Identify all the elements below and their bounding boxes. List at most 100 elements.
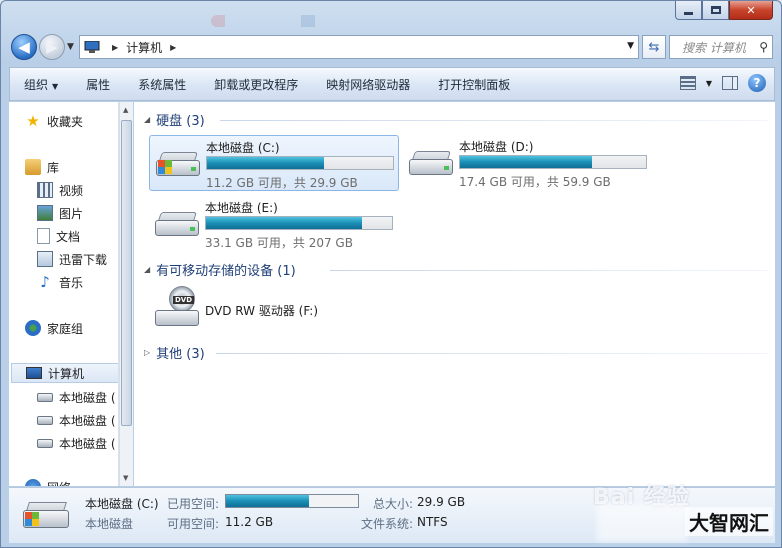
recent-pages-dropdown[interactable]: ▼: [67, 42, 74, 52]
content-pane: ◢ 硬盘 (3) 本地磁盘 (C:) 11.2 GB 可用，共 29.9 GB …: [134, 102, 775, 486]
map-network-drive-button[interactable]: 映射网络驱动器: [312, 76, 424, 93]
local-disk-icon: [409, 149, 455, 179]
search-placeholder: 搜索 计算机: [682, 40, 746, 55]
library-icon: [25, 159, 41, 175]
organize-menu[interactable]: 组织 ▼: [10, 76, 72, 93]
back-button[interactable]: ◀: [11, 34, 37, 60]
sidebar-item-music[interactable]: ♪ 音乐: [37, 272, 83, 292]
collapse-triangle-icon[interactable]: ◢: [144, 265, 150, 274]
sidebar-item-label: 网络: [47, 479, 71, 487]
sidebar-item-label: 计算机: [48, 366, 85, 381]
view-controls: ▼ ?: [679, 74, 766, 92]
dvd-drive-tile[interactable]: DVD DVD RW 驱动器 (F:): [149, 286, 399, 342]
search-input[interactable]: 搜索 计算机 ⚲: [669, 35, 773, 59]
sidebar-item-label: 本地磁盘 (: [59, 413, 116, 428]
system-properties-button[interactable]: 系统属性: [124, 76, 200, 93]
group-title: 其他 (3): [156, 347, 205, 362]
minimize-button[interactable]: [675, 1, 702, 20]
local-disk-icon: [37, 415, 53, 425]
drive-c-tile[interactable]: 本地磁盘 (C:) 11.2 GB 可用，共 29.9 GB: [149, 135, 399, 191]
download-folder-icon: [37, 251, 53, 267]
refresh-icon: ⇆: [648, 39, 660, 55]
sidebar-item-disk-c[interactable]: 本地磁盘 (: [37, 387, 116, 407]
change-view-icon[interactable]: [679, 76, 696, 90]
caption-buttons: ✕: [675, 1, 773, 20]
sidebar-item-videos[interactable]: 视频: [37, 180, 83, 200]
properties-button[interactable]: 属性: [72, 76, 124, 93]
sidebar-item-label: 本地磁盘 (: [59, 390, 116, 405]
open-control-panel-button[interactable]: 打开控制面板: [424, 76, 524, 93]
search-icon[interactable]: ⚲: [759, 40, 768, 54]
scroll-up-icon[interactable]: ▲: [123, 106, 128, 114]
sidebar-item-computer[interactable]: 计算机: [11, 363, 118, 383]
forward-arrow-icon: ▶: [46, 38, 58, 56]
navigation-pane: ★ 收藏夹 库 视频 图片 文档 迅雷下载 ♪ 音乐 家庭组 计算机 本地磁盘 ( …: [9, 102, 119, 486]
sidebar-item-pictures[interactable]: 图片: [37, 203, 83, 223]
uninstall-program-button[interactable]: 卸载或更改程序: [200, 76, 312, 93]
explorer-window: ✕ ◀ ▶ ▼ ▶ 计算机 ▶ ▼ ⇆ 搜索 计算机 ⚲ 组织 ▼ 属性 系统属性…: [0, 0, 782, 548]
sidebar-item-disk-e[interactable]: 本地磁盘 (: [37, 433, 116, 453]
drive-d-tile[interactable]: 本地磁盘 (D:) 17.4 GB 可用，共 59.9 GB: [403, 135, 653, 191]
sidebar-item-favorites[interactable]: ★ 收藏夹: [25, 111, 83, 131]
details-total-label: 总大小:: [373, 497, 414, 511]
view-options-chevron-icon[interactable]: ▼: [706, 79, 712, 88]
sidebar-item-label: 收藏夹: [47, 114, 84, 129]
star-icon: ★: [26, 112, 40, 130]
local-disk-icon: [156, 150, 202, 180]
drive-name: 本地磁盘 (E:): [205, 201, 278, 215]
homegroup-icon: [25, 320, 41, 336]
preview-pane-icon[interactable]: [722, 76, 738, 90]
back-arrow-icon: ◀: [18, 38, 30, 56]
sidebar-item-libraries[interactable]: 库: [25, 157, 59, 177]
local-disk-icon: [155, 210, 201, 240]
sidebar-item-homegroup[interactable]: 家庭组: [25, 318, 83, 338]
forward-button[interactable]: ▶: [39, 34, 65, 60]
chevron-down-icon: ▼: [52, 81, 59, 91]
group-divider: [330, 270, 768, 271]
title-bar: ✕: [1, 1, 781, 29]
help-icon[interactable]: ?: [748, 74, 766, 92]
local-disk-icon: [23, 496, 73, 530]
scroll-down-icon[interactable]: ▼: [123, 474, 128, 482]
group-header-removable[interactable]: ◢ 有可移动存储的设备 (1): [144, 260, 296, 279]
picture-icon: [37, 205, 53, 221]
close-icon: ✕: [746, 3, 756, 17]
drive-space-info: 17.4 GB 可用，共 59.9 GB: [459, 175, 611, 189]
sidebar-item-disk-d[interactable]: 本地磁盘 (: [37, 410, 116, 430]
site-watermark: 大智网汇: [685, 507, 773, 536]
sidebar-item-label: 文档: [56, 229, 81, 244]
drive-e-tile[interactable]: 本地磁盘 (E:) 33.1 GB 可用，共 207 GB: [149, 196, 399, 252]
collapse-triangle-icon[interactable]: ◢: [144, 115, 150, 124]
refresh-button[interactable]: ⇆: [642, 35, 666, 59]
address-bar[interactable]: ▶ 计算机 ▶ ▼: [79, 35, 639, 59]
blur-overlay: [597, 503, 687, 541]
close-button[interactable]: ✕: [729, 1, 773, 20]
details-filesystem-value: NTFS: [417, 515, 448, 529]
sidebar-item-label: 迅雷下载: [59, 252, 108, 267]
sidebar-item-label: 视频: [59, 183, 84, 198]
background-taskbar-ghost: [211, 15, 411, 27]
dvd-drive-icon: DVD: [155, 286, 201, 332]
group-header-other[interactable]: ▷ 其他 (3): [144, 343, 205, 362]
group-header-hard-disks[interactable]: ◢ 硬盘 (3): [144, 110, 205, 129]
maximize-button[interactable]: [702, 1, 729, 20]
expand-triangle-icon[interactable]: ▷: [144, 348, 150, 357]
address-dropdown-icon[interactable]: ▼: [627, 41, 634, 51]
sidebar-item-network[interactable]: 网络: [25, 477, 71, 486]
capacity-bar: [205, 216, 393, 230]
windows-logo-icon: [25, 512, 39, 526]
sidebar-item-label: 家庭组: [47, 321, 84, 336]
details-total-value: 29.9 GB: [417, 495, 466, 509]
breadcrumb-separator-icon[interactable]: ▶: [112, 43, 118, 52]
sidebar-scrollbar[interactable]: ▲ ▼: [119, 102, 133, 486]
drive-name: 本地磁盘 (D:): [459, 140, 534, 154]
breadcrumb-separator-icon[interactable]: ▶: [170, 43, 176, 52]
sidebar-item-xunlei-downloads[interactable]: 迅雷下载: [37, 249, 107, 269]
document-icon: [37, 228, 50, 244]
scrollbar-thumb[interactable]: [121, 120, 132, 426]
drive-space-info: 11.2 GB 可用，共 29.9 GB: [206, 176, 358, 190]
breadcrumb-computer[interactable]: 计算机: [126, 39, 162, 56]
minimize-icon: [684, 11, 693, 15]
sidebar-item-label: 库: [47, 160, 60, 175]
sidebar-item-documents[interactable]: 文档: [37, 226, 80, 246]
